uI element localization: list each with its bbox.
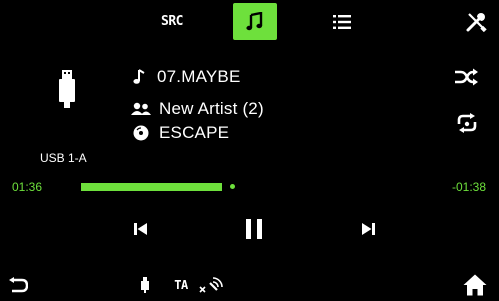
source-label: SRC — [161, 14, 183, 29]
usb-icon — [59, 70, 75, 108]
source-device-label: USB 1-A — [40, 151, 87, 165]
artist-row: New Artist (2) — [130, 98, 264, 120]
source-button[interactable]: SRC — [152, 3, 192, 40]
back-button[interactable] — [6, 273, 30, 297]
ta-label: TA — [174, 278, 188, 292]
music-note-icon — [246, 11, 263, 30]
previous-icon — [134, 223, 147, 235]
ta-button[interactable]: TA — [170, 273, 192, 297]
pause-icon — [246, 219, 262, 239]
track-title: 07.MAYBE — [157, 67, 241, 86]
tools-icon — [466, 12, 487, 32]
music-note-icon — [133, 69, 145, 84]
progress-track[interactable] — [81, 183, 257, 191]
back-icon — [9, 277, 28, 293]
settings-button[interactable] — [458, 3, 494, 40]
signal-off-icon — [199, 277, 223, 293]
usb-status — [139, 273, 151, 297]
disc-icon — [133, 125, 149, 141]
elapsed-time: 01:36 — [12, 180, 43, 194]
home-button[interactable] — [461, 273, 489, 297]
remaining-time: -01:38 — [452, 180, 487, 194]
tab-list[interactable] — [322, 3, 362, 40]
people-icon — [131, 102, 151, 115]
repeat-icon — [457, 113, 477, 133]
track-title-row: 07.MAYBE — [133, 66, 241, 88]
home-icon — [463, 274, 487, 296]
album-name: ESCAPE — [159, 123, 230, 142]
progress-handle[interactable] — [230, 184, 235, 189]
previous-button[interactable] — [134, 222, 150, 238]
artist-name: New Artist (2) — [159, 99, 264, 118]
signal-status — [198, 273, 224, 297]
shuffle-button[interactable] — [454, 68, 478, 88]
pause-button[interactable] — [245, 218, 265, 242]
usb-icon — [141, 277, 149, 293]
usb-device-button[interactable] — [56, 70, 78, 110]
shuffle-icon — [455, 68, 478, 86]
repeat-button[interactable] — [456, 113, 478, 135]
album-row: ESCAPE — [133, 122, 229, 144]
list-icon — [333, 14, 351, 29]
tab-music[interactable] — [233, 3, 277, 40]
next-icon — [362, 223, 375, 235]
progress-fill — [81, 183, 222, 191]
next-button[interactable] — [361, 222, 377, 238]
